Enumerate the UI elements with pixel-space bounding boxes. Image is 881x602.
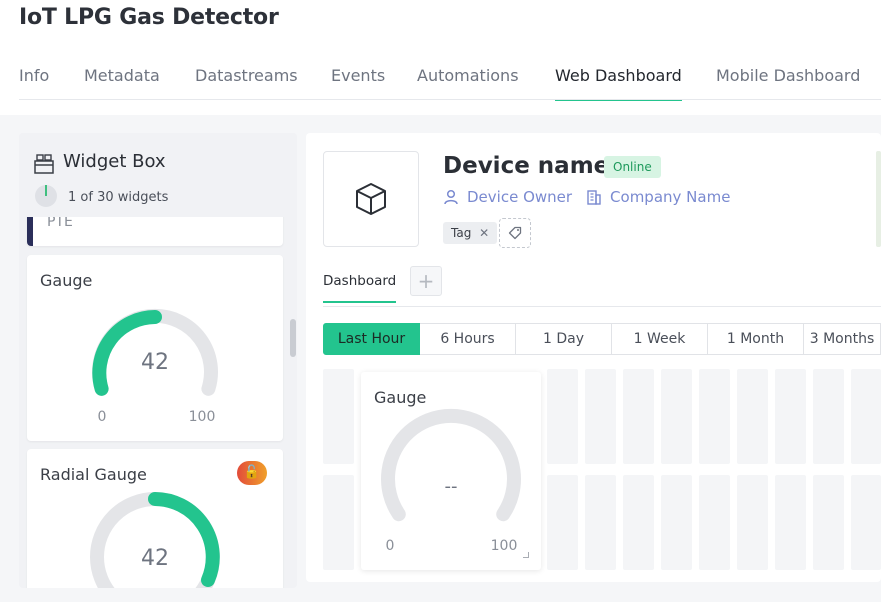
device-name: Device name xyxy=(443,153,610,179)
tabs-divider xyxy=(19,99,881,100)
widget-box-header: Widget Box 1 of 30 widgets xyxy=(19,133,297,217)
grid-cell xyxy=(661,475,692,570)
grid-cell xyxy=(851,369,881,464)
resize-handle[interactable] xyxy=(523,552,529,558)
grid-cell xyxy=(699,475,730,570)
gauge-display: -- 0 100 xyxy=(381,408,521,554)
time-range-3-months[interactable]: 3 Months xyxy=(804,323,881,355)
page-title: IoT LPG Gas Detector xyxy=(19,5,279,30)
widget-box-scrollbar[interactable] xyxy=(290,319,296,357)
time-range-1-day[interactable]: 1 Day xyxy=(516,323,612,355)
widget-card-radial-gauge[interactable]: Radial Gauge 🔓 42 xyxy=(27,449,283,588)
widget-box-title: Widget Box xyxy=(63,151,166,172)
tab-datastreams[interactable]: Datastreams xyxy=(195,66,298,100)
tag-icon xyxy=(508,226,522,240)
main-tabs: Info Metadata Datastreams Events Automat… xyxy=(0,58,881,101)
tag-chip[interactable]: Tag ✕ xyxy=(443,222,498,244)
tab-dashboard[interactable]: Dashboard xyxy=(323,273,397,303)
gauge-preview: 42 0 100 xyxy=(92,308,218,425)
company-link[interactable]: Company Name xyxy=(586,188,730,206)
grid-cell xyxy=(547,475,578,570)
grid-cell xyxy=(813,475,844,570)
gauge-track xyxy=(381,408,521,522)
grid-cell xyxy=(737,369,768,464)
device-owner-link[interactable]: Device Owner xyxy=(443,188,572,206)
dashboard-gauge-widget[interactable]: Gauge -- 0 100 xyxy=(361,372,541,570)
widget-card-gauge[interactable]: Gauge 42 0 100 xyxy=(27,255,283,441)
tag-label: Tag xyxy=(451,226,472,240)
gauge-max: 100 xyxy=(491,538,518,554)
dashboard-divider xyxy=(323,306,881,307)
grid-cell xyxy=(547,369,578,464)
widget-box-icon xyxy=(34,154,54,174)
status-badge: Online xyxy=(604,156,661,178)
time-range-1-week[interactable]: 1 Week xyxy=(612,323,708,355)
grid-cell xyxy=(585,369,616,464)
time-range-selector: Last Hour 6 Hours 1 Day 1 Week 1 Month 3… xyxy=(323,323,881,355)
radial-gauge-preview: 42 xyxy=(90,492,220,588)
widget-count: 1 of 30 widgets xyxy=(68,190,169,205)
time-range-6-hours[interactable]: 6 Hours xyxy=(420,323,516,355)
widget-box: Widget Box 1 of 30 widgets PTE Gauge 42 … xyxy=(19,133,297,588)
tab-events[interactable]: Events xyxy=(331,66,385,100)
tab-info[interactable]: Info xyxy=(19,66,49,100)
device-image-placeholder[interactable] xyxy=(323,151,419,247)
grid-cell xyxy=(851,475,881,570)
grid-cell xyxy=(775,475,806,570)
widget-usage-pie-icon xyxy=(35,185,57,207)
add-dashboard-tab-button[interactable]: + xyxy=(410,266,442,296)
device-meta: Device Owner Company Name xyxy=(443,188,730,206)
building-icon xyxy=(587,190,601,205)
grid-cell xyxy=(623,475,654,570)
gauge-min: 0 xyxy=(386,538,395,554)
grid-cell xyxy=(661,369,692,464)
time-range-last-hour[interactable]: Last Hour xyxy=(323,323,420,355)
company-name-label: Company Name xyxy=(610,188,731,206)
radial-gauge-value: 42 xyxy=(141,546,169,571)
grid-cell xyxy=(623,369,654,464)
grid-cell xyxy=(775,369,806,464)
device-owner-label: Device Owner xyxy=(467,188,573,206)
grid-cell xyxy=(813,369,844,464)
cube-icon xyxy=(356,183,386,215)
time-range-1-month[interactable]: 1 Month xyxy=(708,323,804,355)
tab-metadata[interactable]: Metadata xyxy=(84,66,160,100)
tab-automations[interactable]: Automations xyxy=(417,66,519,100)
add-tag-button[interactable] xyxy=(499,218,531,248)
user-icon xyxy=(444,189,458,205)
grid-cell xyxy=(323,475,354,570)
gauge-value: 42 xyxy=(141,350,169,375)
map-preview xyxy=(876,151,881,247)
tab-web-dashboard[interactable]: Web Dashboard xyxy=(555,66,682,101)
grid-cell xyxy=(737,475,768,570)
tab-mobile-dashboard[interactable]: Mobile Dashboard xyxy=(716,66,860,100)
grid-cell xyxy=(323,369,354,464)
tag-remove-icon[interactable]: ✕ xyxy=(479,226,489,240)
grid-cell xyxy=(585,475,616,570)
gauge-min: 0 xyxy=(98,409,107,425)
gauge-value: -- xyxy=(445,476,458,497)
dashboard-panel: Device name Online Device Owner Company … xyxy=(306,133,881,582)
grid-cell xyxy=(699,369,730,464)
gauge-max: 100 xyxy=(189,409,216,425)
